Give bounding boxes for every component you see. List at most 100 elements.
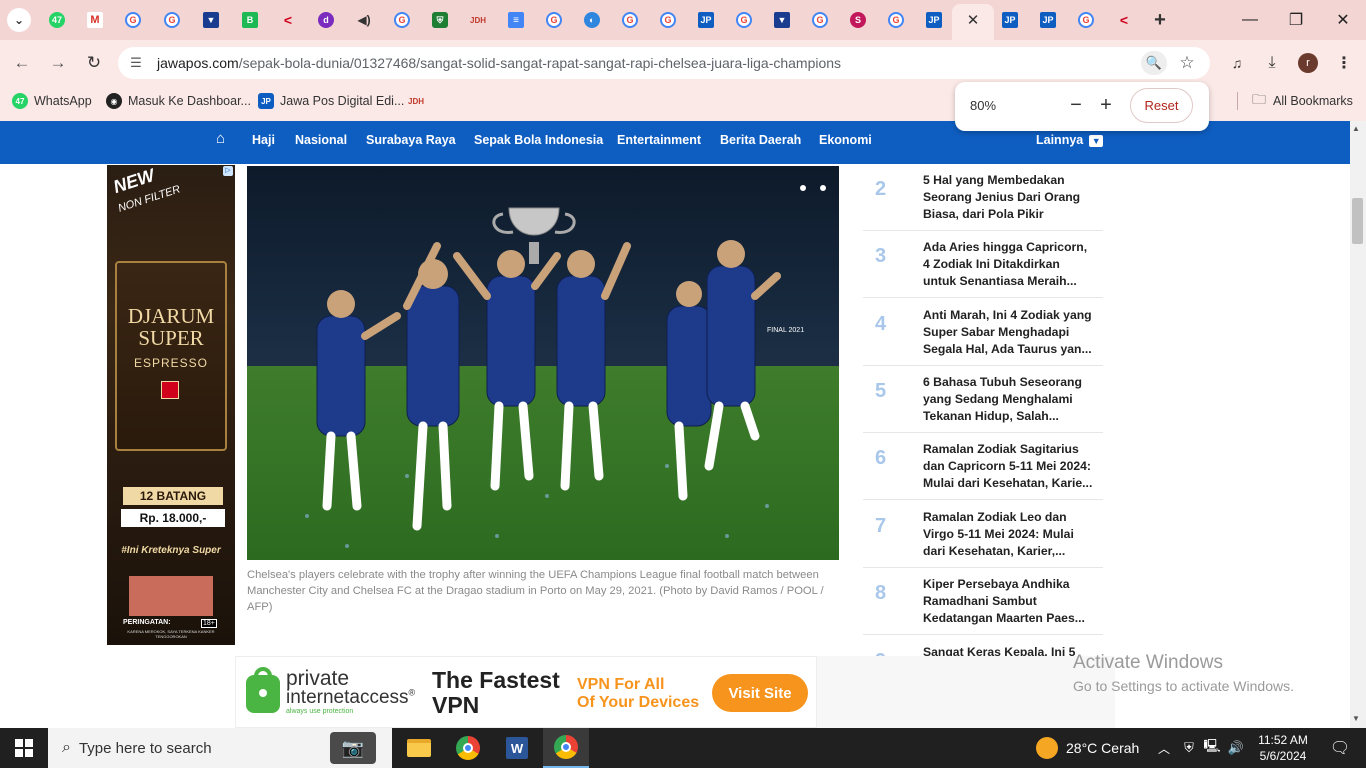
zoom-icon[interactable]: 🔍 bbox=[1141, 51, 1167, 75]
tab-site[interactable]: ◐ bbox=[580, 8, 604, 32]
nav-item-surabaya-raya[interactable]: Surabaya Raya bbox=[366, 133, 456, 147]
menu-kebab-icon[interactable]: ⋮ bbox=[1334, 52, 1354, 74]
ad-bottom-vpn[interactable]: private internetaccess® always use prote… bbox=[235, 656, 817, 728]
home-icon[interactable]: ⌂ bbox=[216, 130, 234, 148]
tab-google[interactable]: G bbox=[390, 8, 414, 32]
tab-google[interactable]: G bbox=[732, 8, 756, 32]
tab-google[interactable]: G bbox=[884, 8, 908, 32]
nav-item-sepak-bola-indonesia[interactable]: Sepak Bola Indonesia bbox=[474, 133, 603, 147]
tab-google[interactable]: G bbox=[808, 8, 832, 32]
trending-title[interactable]: 6 Bahasa Tubuh Seseorang yang Sedang Men… bbox=[923, 374, 1093, 425]
nav-item-ekonomi[interactable]: Ekonomi bbox=[819, 133, 872, 147]
tab-blogger[interactable]: B bbox=[238, 8, 262, 32]
visit-site-button[interactable]: Visit Site bbox=[712, 674, 808, 712]
notification-icon[interactable]: 🗨 bbox=[1320, 728, 1360, 768]
bookmark-whatsapp[interactable]: 47 WhatsApp bbox=[12, 92, 92, 110]
zoom-out-button[interactable]: − bbox=[1063, 92, 1089, 118]
trending-title[interactable]: Kiper Persebaya Andhika Ramadhani Sambut… bbox=[923, 576, 1093, 627]
nav-item-berita-daerah[interactable]: Berita Daerah bbox=[720, 133, 801, 147]
site-icon: ▼ bbox=[203, 12, 219, 28]
scrollbar-thumb[interactable] bbox=[1352, 198, 1363, 244]
tab-red-arrow[interactable]: < bbox=[276, 8, 300, 32]
trending-item[interactable]: 7 Ramalan Zodiak Leo dan Virgo 5-11 Mei 2… bbox=[863, 501, 1103, 568]
tab-google[interactable]: G bbox=[542, 8, 566, 32]
tab-jawapos[interactable]: JP bbox=[1036, 8, 1060, 32]
chrome-button[interactable] bbox=[445, 728, 491, 768]
all-bookmarks-button[interactable]: 🗀 All Bookmarks bbox=[1252, 91, 1353, 110]
chevron-up-icon[interactable]: ︿ bbox=[1154, 728, 1174, 768]
bookmark-jawapos-digital[interactable]: JP Jawa Pos Digital Edi... bbox=[258, 92, 404, 110]
tab-google[interactable]: G bbox=[618, 8, 642, 32]
site-info-icon[interactable]: ☰ bbox=[126, 53, 146, 73]
trending-title[interactable]: Ramalan Zodiak Sagitarius dan Capricorn … bbox=[923, 441, 1093, 492]
scroll-up-icon[interactable]: ▲ bbox=[1352, 124, 1360, 133]
tab-speaker[interactable]: ◀) bbox=[352, 8, 376, 32]
tab-s[interactable]: S bbox=[846, 8, 870, 32]
download-icon[interactable]: ⤓ bbox=[1261, 52, 1283, 74]
tab-red-arrow[interactable]: < bbox=[1112, 8, 1136, 32]
bookmark-dashboard[interactable]: ◉ Masuk Ke Dashboar... bbox=[106, 92, 251, 110]
nav-item-lainnya[interactable]: Lainnya ▼ bbox=[1036, 133, 1104, 147]
trending-item[interactable]: 8 Kiper Persebaya Andhika Ramadhani Sambu… bbox=[863, 568, 1103, 635]
security-icon[interactable]: ⛨ bbox=[1180, 728, 1198, 768]
trending-title[interactable]: Ada Aries hingga Capricorn, 4 Zodiak Ini… bbox=[923, 239, 1093, 290]
zoom-reset-button[interactable]: Reset bbox=[1130, 88, 1193, 123]
tab-close-button[interactable]: ✕ bbox=[961, 8, 985, 32]
start-button[interactable] bbox=[0, 728, 48, 768]
back-button[interactable]: ← bbox=[9, 50, 35, 76]
taskbar-search[interactable]: ⌕ Type here to search 📷 bbox=[48, 728, 392, 768]
minimize-button[interactable]: — bbox=[1238, 8, 1262, 32]
restore-button[interactable]: ❐ bbox=[1284, 8, 1308, 32]
trending-title[interactable]: Anti Marah, Ini 4 Zodiak yang Super Saba… bbox=[923, 307, 1093, 358]
new-tab-button[interactable]: + bbox=[1148, 8, 1172, 32]
tab-whatsapp[interactable]: 47 bbox=[45, 8, 69, 32]
nav-item-nasional[interactable]: Nasional bbox=[295, 133, 347, 147]
tab-google[interactable]: G bbox=[121, 8, 145, 32]
tab-shield[interactable]: ⛨ bbox=[428, 8, 452, 32]
ad-choices-icon[interactable]: ▷ bbox=[223, 166, 233, 176]
tab-search-button[interactable]: ⌄ bbox=[7, 8, 31, 32]
ad-left-djarum[interactable]: ▷ NEW NON FILTER DJARUM SUPER ESPRESSO 1… bbox=[107, 165, 235, 645]
trending-item[interactable]: 5 6 Bahasa Tubuh Seseorang yang Sedang Me… bbox=[863, 366, 1103, 433]
tab-jawapos[interactable]: JP bbox=[922, 8, 946, 32]
trending-item[interactable]: 2 5 Hal yang Membedakan Seorang Jenius Da… bbox=[863, 164, 1103, 231]
profile-avatar[interactable]: r bbox=[1298, 53, 1318, 73]
tab-google[interactable]: G bbox=[1074, 8, 1098, 32]
tab-google[interactable]: G bbox=[656, 8, 680, 32]
tab-google[interactable]: G bbox=[160, 8, 184, 32]
ad-brand-1: DJARUM bbox=[127, 304, 215, 328]
bookmark-jdih[interactable]: JDH bbox=[408, 92, 430, 110]
scroll-down-icon[interactable]: ▼ bbox=[1352, 714, 1360, 723]
trending-item[interactable]: 4 Anti Marah, Ini 4 Zodiak yang Super Sab… bbox=[863, 299, 1103, 366]
tab-gmail[interactable]: M bbox=[83, 8, 107, 32]
clock[interactable]: 11:52 AM 5/6/2024 bbox=[1250, 728, 1316, 768]
tab-jdih[interactable]: JDH bbox=[466, 8, 490, 32]
close-window-button[interactable]: ✕ bbox=[1331, 8, 1355, 32]
bookmark-star-icon[interactable]: ☆ bbox=[1176, 52, 1198, 74]
chrome-active-button[interactable] bbox=[543, 728, 589, 768]
media-control-icon[interactable]: ♫ bbox=[1226, 52, 1248, 74]
zoom-in-button[interactable]: + bbox=[1093, 92, 1119, 118]
tab-site[interactable]: ▼ bbox=[199, 8, 223, 32]
trending-item[interactable]: 3 Ada Aries hingga Capricorn, 4 Zodiak In… bbox=[863, 231, 1103, 298]
url-text[interactable]: jawapos.com/sepak-bola-dunia/01327468/sa… bbox=[157, 55, 841, 71]
article-photo[interactable]: FINAL 2021 bbox=[247, 166, 839, 560]
ad-sub-1: VPN For All bbox=[577, 676, 665, 693]
trending-title[interactable]: 5 Hal yang Membedakan Seorang Jenius Dar… bbox=[923, 172, 1093, 223]
network-icon[interactable]: 🖳 bbox=[1203, 728, 1221, 768]
tab-site[interactable]: ▼ bbox=[770, 8, 794, 32]
nav-item-haji[interactable]: Haji bbox=[252, 133, 275, 147]
tab-docs[interactable]: ≡ bbox=[504, 8, 528, 32]
forward-button[interactable]: → bbox=[45, 50, 71, 76]
file-explorer-button[interactable] bbox=[396, 728, 442, 768]
tab-jawapos[interactable]: JP bbox=[694, 8, 718, 32]
trending-rank: 4 bbox=[875, 313, 887, 335]
trending-item[interactable]: 6 Ramalan Zodiak Sagitarius dan Capricorn… bbox=[863, 433, 1103, 500]
tab-jawapos[interactable]: JP bbox=[998, 8, 1022, 32]
volume-icon[interactable]: 🔊 bbox=[1226, 728, 1246, 768]
tab-d[interactable]: d bbox=[314, 8, 338, 32]
trending-title[interactable]: Ramalan Zodiak Leo dan Virgo 5-11 Mei 20… bbox=[923, 509, 1093, 560]
nav-item-entertainment[interactable]: Entertainment bbox=[617, 133, 701, 147]
word-button[interactable]: W bbox=[494, 728, 540, 768]
reload-button[interactable]: ↻ bbox=[81, 50, 107, 76]
